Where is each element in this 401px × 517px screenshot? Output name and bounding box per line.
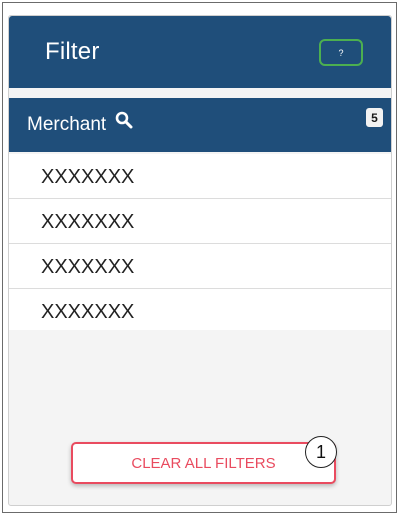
- merchant-item[interactable]: XXXXXXX: [9, 154, 391, 199]
- merchant-section-label: Merchant: [27, 111, 133, 136]
- filter-panel: Filter ? Merchant 5 XXXXXXX XXXXXXX XXXX…: [8, 15, 392, 506]
- step-callout-badge: 1: [305, 436, 337, 468]
- merchant-section-header[interactable]: Merchant 5: [9, 98, 391, 152]
- clear-all-filters-button[interactable]: CLEAR ALL FILTERS: [71, 442, 336, 484]
- merchant-count-badge: 5: [366, 108, 383, 127]
- search-icon[interactable]: [115, 111, 133, 135]
- help-button[interactable]: ?: [319, 39, 363, 66]
- merchant-list: XXXXXXX XXXXXXX XXXXXXX XXXXXXX: [9, 154, 391, 330]
- merchant-item[interactable]: XXXXXXX: [9, 289, 391, 330]
- merchant-label-text: Merchant: [27, 114, 107, 135]
- merchant-item[interactable]: XXXXXXX: [9, 199, 391, 244]
- filter-header: Filter ?: [9, 16, 391, 88]
- filter-title: Filter: [45, 38, 100, 65]
- merchant-item[interactable]: XXXXXXX: [9, 244, 391, 289]
